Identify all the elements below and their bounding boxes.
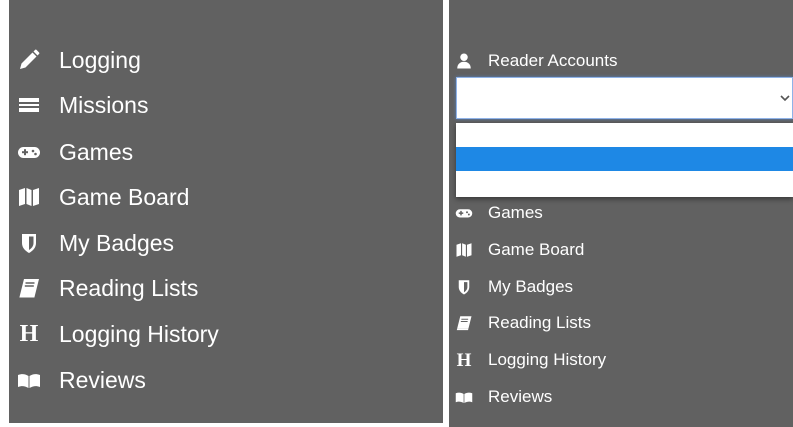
nav-item-label: Logging — [59, 46, 141, 73]
nav-item-games[interactable]: Games — [455, 201, 543, 225]
nav-item-reading-lists[interactable]: Reading Lists — [455, 311, 591, 335]
nav-item-label: My Badges — [59, 229, 175, 256]
nav-item-my-badges[interactable]: My Badges — [455, 275, 573, 299]
right-sidebar-menu: Reader Accounts Games Game Board My Badg… — [449, 0, 793, 427]
gamepad-icon — [455, 204, 473, 222]
nav-item-label: Logging History — [59, 320, 219, 347]
shield-icon — [17, 231, 41, 255]
gamepad-icon — [17, 140, 41, 164]
nav-item-game-board[interactable]: Game Board — [17, 182, 189, 212]
nav-item-logging-history[interactable]: H Logging History — [17, 319, 219, 349]
book-icon — [17, 276, 41, 300]
nav-item-label: My Badges — [488, 277, 574, 296]
shield-icon — [455, 278, 473, 296]
nav-item-my-badges[interactable]: My Badges — [17, 228, 174, 258]
reader-accounts-label: Reader Accounts — [488, 51, 618, 70]
map-icon — [455, 241, 473, 259]
h-letter-icon: H — [456, 349, 472, 371]
reader-account-select[interactable] — [456, 77, 793, 119]
book-icon — [455, 314, 473, 332]
nav-item-label: Game Board — [488, 240, 585, 259]
h-letter-icon: H — [19, 321, 39, 347]
dropdown-option[interactable] — [456, 123, 793, 147]
open-book-icon — [455, 388, 473, 406]
nav-item-label: Reading Lists — [488, 313, 592, 332]
nav-item-label: Missions — [59, 91, 149, 118]
nav-item-reading-lists[interactable]: Reading Lists — [17, 273, 198, 303]
map-icon — [17, 185, 41, 209]
chevron-down-icon[interactable] — [780, 91, 790, 103]
newspaper-icon — [17, 93, 41, 117]
reader-account-dropdown-list — [456, 123, 793, 197]
dropdown-option-highlighted[interactable] — [456, 147, 793, 171]
nav-item-label: Games — [488, 203, 543, 222]
nav-item-game-board[interactable]: Game Board — [455, 238, 584, 262]
nav-item-logging[interactable]: Logging — [17, 45, 141, 75]
nav-item-games[interactable]: Games — [17, 137, 133, 167]
nav-item-label: Logging History — [488, 350, 607, 369]
open-book-icon — [17, 368, 41, 392]
reader-accounts-header: Reader Accounts — [455, 49, 617, 73]
app-root: Logging Missions Games Game Board My Bad — [0, 0, 793, 427]
nav-item-label: Reading Lists — [59, 274, 199, 301]
nav-item-label: Reviews — [59, 366, 146, 393]
dropdown-option[interactable] — [456, 171, 793, 197]
left-sidebar-menu: Logging Missions Games Game Board My Bad — [9, 0, 443, 423]
nav-item-reviews[interactable]: Reviews — [455, 385, 552, 409]
nav-item-label: Games — [59, 138, 134, 165]
nav-item-missions[interactable]: Missions — [17, 90, 148, 120]
pencil-icon — [17, 48, 41, 72]
nav-item-reviews[interactable]: Reviews — [17, 365, 146, 395]
user-icon — [455, 52, 473, 70]
nav-item-label: Game Board — [59, 183, 190, 210]
nav-item-logging-history[interactable]: H Logging History — [455, 348, 607, 372]
nav-item-label: Reviews — [488, 387, 553, 406]
